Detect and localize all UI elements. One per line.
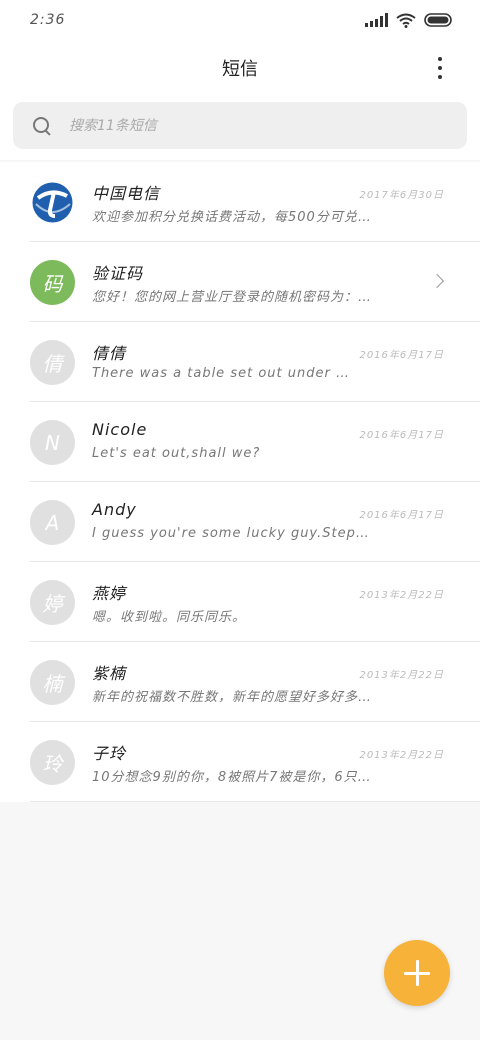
message-list-item[interactable]: 玲子玲 10分想念9别的你，8被照片7被是你，6只… 2013年2月22日 bbox=[0, 722, 480, 802]
search-icon bbox=[33, 116, 51, 135]
app-header: 短信 bbox=[0, 40, 480, 96]
plus-icon bbox=[404, 960, 430, 986]
contact-avatar: 婷 bbox=[30, 580, 75, 625]
contact-avatar: N bbox=[30, 420, 75, 465]
search-section bbox=[0, 96, 480, 160]
contact-avatar: 倩 bbox=[30, 340, 75, 385]
sender-name: 中国电信 bbox=[92, 184, 161, 203]
search-input[interactable] bbox=[69, 117, 429, 134]
message-list-item[interactable]: 婷燕婷嗯。收到啦。同乐同乐。 2013年2月22日 bbox=[0, 562, 480, 642]
message-list-item[interactable]: A Andy I guess you're some lucky guy.Step…… bbox=[0, 482, 480, 562]
message-list-item[interactable]: 倩倩倩 There was a table set out under … 2016… bbox=[0, 322, 480, 402]
wifi-icon bbox=[396, 13, 416, 28]
battery-icon bbox=[424, 13, 454, 27]
more-options-button[interactable] bbox=[428, 54, 452, 82]
chevron-right-icon bbox=[429, 273, 445, 289]
message-list-item[interactable]: 码验证码您好！您的网上营业厅登录的随机密码为：… bbox=[0, 242, 480, 322]
more-vertical-icon bbox=[438, 57, 442, 61]
message-date: 2016年6月17日 bbox=[359, 350, 444, 361]
message-preview: 欢迎参加积分兑换话费活动，每500分可兑… bbox=[92, 210, 372, 225]
sender-name: 子玲 bbox=[92, 744, 127, 763]
sender-name: 验证码 bbox=[92, 264, 144, 283]
message-preview: 10分想念9别的你，8被照片7被是你，6只… bbox=[92, 770, 372, 785]
message-preview: 新年的祝福数不胜数，新年的愿望好多好多… bbox=[92, 690, 373, 705]
sender-name: Andy bbox=[92, 500, 137, 519]
message-preview: Let's eat out,shall we? bbox=[92, 446, 261, 461]
message-date: 2013年2月22日 bbox=[359, 750, 444, 761]
message-preview: There was a table set out under … bbox=[92, 366, 350, 381]
telecom-logo-icon bbox=[30, 180, 75, 225]
message-date: 2013年2月22日 bbox=[359, 670, 444, 681]
page-title: 短信 bbox=[222, 59, 258, 80]
contact-avatar: A bbox=[30, 500, 75, 545]
sender-name: 燕婷 bbox=[92, 584, 127, 603]
contact-avatar: 玲 bbox=[30, 740, 75, 785]
message-list-item[interactable]: N Nicole Let's eat out,shall we? 2016年6月17日 bbox=[0, 402, 480, 482]
status-icons bbox=[365, 13, 454, 28]
message-list: 中国电信欢迎参加积分兑换话费活动，每500分可兑… 2017年6月30日码验证码您… bbox=[0, 162, 480, 802]
message-list-item[interactable]: 中国电信欢迎参加积分兑换话费活动，每500分可兑… 2017年6月30日 bbox=[0, 162, 480, 242]
divider bbox=[30, 801, 480, 802]
status-bar: 2:36 bbox=[0, 0, 480, 40]
message-preview: I guess you're some lucky guy.Step… bbox=[92, 526, 370, 541]
message-preview: 嗯。收到啦。同乐同乐。 bbox=[92, 610, 247, 625]
message-date: 2016年6月17日 bbox=[359, 430, 444, 441]
status-time: 2:36 bbox=[30, 12, 66, 28]
search-bar[interactable] bbox=[13, 102, 467, 149]
signal-icon bbox=[365, 13, 388, 27]
message-date: 2013年2月22日 bbox=[359, 590, 444, 601]
sender-name: Nicole bbox=[92, 420, 148, 439]
contact-avatar: 楠 bbox=[30, 660, 75, 705]
message-list-item[interactable]: 楠紫楠新年的祝福数不胜数，新年的愿望好多好多… 2013年2月22日 bbox=[0, 642, 480, 722]
message-date: 2017年6月30日 bbox=[359, 190, 444, 201]
message-date: 2016年6月17日 bbox=[359, 510, 444, 521]
contact-avatar: 码 bbox=[30, 260, 75, 305]
sender-name: 倩倩 bbox=[92, 344, 127, 363]
sender-name: 紫楠 bbox=[92, 664, 127, 683]
message-preview: 您好！您的网上营业厅登录的随机密码为：… bbox=[92, 290, 373, 305]
new-message-button[interactable] bbox=[384, 940, 450, 1006]
sms-app-screen: 2:36 短信 搜索11条短信 中国电信 欢迎参加积分兑换话费活动，每500分可… bbox=[0, 0, 480, 1040]
